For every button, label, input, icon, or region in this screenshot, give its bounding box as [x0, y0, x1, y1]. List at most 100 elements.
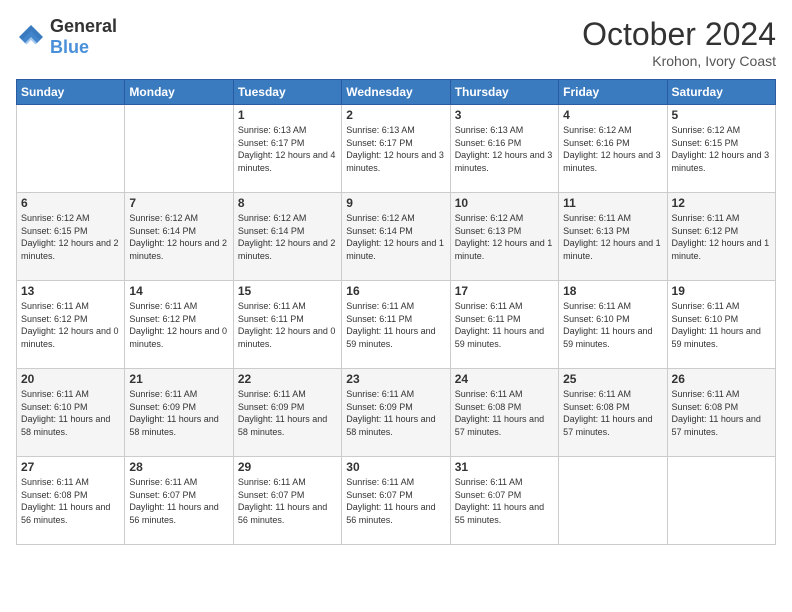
- logo-general: General: [50, 16, 117, 36]
- cell-w2-d7: 12Sunrise: 6:11 AM Sunset: 6:12 PM Dayli…: [667, 193, 775, 281]
- header-thursday: Thursday: [450, 80, 558, 105]
- cell-w5-d4: 30 Sunrise: 6:11 AM Sunset: 6:07 PM Dayli…: [342, 457, 450, 545]
- day-number-27: 27: [21, 460, 120, 474]
- day-number-3: 3: [455, 108, 554, 122]
- header-friday: Friday: [559, 80, 667, 105]
- day-info-17: Sunrise: 6:11 AM Sunset: 6:11 PM Dayligh…: [455, 300, 554, 350]
- cell-w4-d7: 26Sunrise: 6:11 AM Sunset: 6:08 PM Dayli…: [667, 369, 775, 457]
- header-wednesday: Wednesday: [342, 80, 450, 105]
- cell-w2-d1: 6 Sunrise: 6:12 AM Sunset: 6:15 PM Daylig…: [17, 193, 125, 281]
- logo-text: General Blue: [50, 16, 117, 58]
- day-number-25: 25: [563, 372, 662, 386]
- day-info-11: Sunrise: 6:11 AM Sunset: 6:13 PM Dayligh…: [563, 212, 662, 262]
- day-info-15: Sunrise: 6:11 AM Sunset: 6:11 PM Dayligh…: [238, 300, 337, 350]
- day-number-6: 6: [21, 196, 120, 210]
- header-tuesday: Tuesday: [233, 80, 341, 105]
- header: General Blue October 2024 Krohon, Ivory …: [16, 16, 776, 69]
- day-number-21: 21: [129, 372, 228, 386]
- cell-w5-d7: [667, 457, 775, 545]
- cell-w1-d7: 5Sunrise: 6:12 AM Sunset: 6:15 PM Daylig…: [667, 105, 775, 193]
- day-number-8: 8: [238, 196, 337, 210]
- month-title: October 2024: [582, 16, 776, 53]
- day-info-7: Sunrise: 6:12 AM Sunset: 6:14 PM Dayligh…: [129, 212, 228, 262]
- logo: General Blue: [16, 16, 117, 58]
- cell-w3-d6: 18 Sunrise: 6:11 AM Sunset: 6:10 PM Dayli…: [559, 281, 667, 369]
- day-number-26: 26: [672, 372, 771, 386]
- day-number-11: 11: [563, 196, 662, 210]
- day-number-4: 4: [563, 108, 662, 122]
- cell-w4-d3: 22Sunrise: 6:11 AM Sunset: 6:09 PM Dayli…: [233, 369, 341, 457]
- day-info-4: Sunrise: 6:12 AM Sunset: 6:16 PM Dayligh…: [563, 124, 662, 174]
- cell-w3-d7: 19Sunrise: 6:11 AM Sunset: 6:10 PM Dayli…: [667, 281, 775, 369]
- week-row-3: 13 Sunrise: 6:11 AM Sunset: 6:12 PM Dayli…: [17, 281, 776, 369]
- day-number-1: 1: [238, 108, 337, 122]
- day-number-17: 17: [455, 284, 554, 298]
- cell-w2-d3: 8 Sunrise: 6:12 AM Sunset: 6:14 PM Daylig…: [233, 193, 341, 281]
- day-info-13: Sunrise: 6:11 AM Sunset: 6:12 PM Dayligh…: [21, 300, 120, 350]
- day-info-30: Sunrise: 6:11 AM Sunset: 6:07 PM Dayligh…: [346, 476, 445, 526]
- day-info-6: Sunrise: 6:12 AM Sunset: 6:15 PM Dayligh…: [21, 212, 120, 262]
- header-monday: Monday: [125, 80, 233, 105]
- day-number-24: 24: [455, 372, 554, 386]
- day-info-25: Sunrise: 6:11 AM Sunset: 6:08 PM Dayligh…: [563, 388, 662, 438]
- day-number-2: 2: [346, 108, 445, 122]
- cell-w4-d5: 24 Sunrise: 6:11 AM Sunset: 6:08 PM Dayli…: [450, 369, 558, 457]
- day-info-20: Sunrise: 6:11 AM Sunset: 6:10 PM Dayligh…: [21, 388, 120, 438]
- day-number-18: 18: [563, 284, 662, 298]
- week-row-4: 20 Sunrise: 6:11 AM Sunset: 6:10 PM Dayli…: [17, 369, 776, 457]
- page: General Blue October 2024 Krohon, Ivory …: [0, 0, 792, 612]
- cell-w4-d1: 20 Sunrise: 6:11 AM Sunset: 6:10 PM Dayli…: [17, 369, 125, 457]
- day-info-24: Sunrise: 6:11 AM Sunset: 6:08 PM Dayligh…: [455, 388, 554, 438]
- day-number-15: 15: [238, 284, 337, 298]
- day-number-28: 28: [129, 460, 228, 474]
- day-number-10: 10: [455, 196, 554, 210]
- cell-w1-d1: [17, 105, 125, 193]
- cell-w1-d6: 4 Sunrise: 6:12 AM Sunset: 6:16 PM Daylig…: [559, 105, 667, 193]
- cell-w1-d4: 2 Sunrise: 6:13 AM Sunset: 6:17 PM Daylig…: [342, 105, 450, 193]
- title-block: October 2024 Krohon, Ivory Coast: [582, 16, 776, 69]
- day-info-9: Sunrise: 6:12 AM Sunset: 6:14 PM Dayligh…: [346, 212, 445, 262]
- cell-w1-d2: [125, 105, 233, 193]
- day-info-2: Sunrise: 6:13 AM Sunset: 6:17 PM Dayligh…: [346, 124, 445, 174]
- cell-w1-d3: 1Sunrise: 6:13 AM Sunset: 6:17 PM Daylig…: [233, 105, 341, 193]
- cell-w4-d2: 21Sunrise: 6:11 AM Sunset: 6:09 PM Dayli…: [125, 369, 233, 457]
- cell-w5-d6: [559, 457, 667, 545]
- cell-w3-d1: 13 Sunrise: 6:11 AM Sunset: 6:12 PM Dayli…: [17, 281, 125, 369]
- cell-w2-d5: 10 Sunrise: 6:12 AM Sunset: 6:13 PM Dayli…: [450, 193, 558, 281]
- day-info-27: Sunrise: 6:11 AM Sunset: 6:08 PM Dayligh…: [21, 476, 120, 526]
- cell-w5-d2: 28 Sunrise: 6:11 AM Sunset: 6:07 PM Dayli…: [125, 457, 233, 545]
- day-info-31: Sunrise: 6:11 AM Sunset: 6:07 PM Dayligh…: [455, 476, 554, 526]
- day-number-9: 9: [346, 196, 445, 210]
- cell-w3-d2: 14Sunrise: 6:11 AM Sunset: 6:12 PM Dayli…: [125, 281, 233, 369]
- cell-w2-d2: 7 Sunrise: 6:12 AM Sunset: 6:14 PM Daylig…: [125, 193, 233, 281]
- logo-blue: Blue: [50, 37, 89, 57]
- day-number-7: 7: [129, 196, 228, 210]
- day-info-3: Sunrise: 6:13 AM Sunset: 6:16 PM Dayligh…: [455, 124, 554, 174]
- day-number-19: 19: [672, 284, 771, 298]
- day-number-23: 23: [346, 372, 445, 386]
- day-number-29: 29: [238, 460, 337, 474]
- day-number-30: 30: [346, 460, 445, 474]
- cell-w5-d3: 29 Sunrise: 6:11 AM Sunset: 6:07 PM Dayli…: [233, 457, 341, 545]
- cell-w5-d5: 31Sunrise: 6:11 AM Sunset: 6:07 PM Dayli…: [450, 457, 558, 545]
- day-info-29: Sunrise: 6:11 AM Sunset: 6:07 PM Dayligh…: [238, 476, 337, 526]
- day-number-22: 22: [238, 372, 337, 386]
- day-number-20: 20: [21, 372, 120, 386]
- day-number-13: 13: [21, 284, 120, 298]
- day-info-18: Sunrise: 6:11 AM Sunset: 6:10 PM Dayligh…: [563, 300, 662, 350]
- cell-w4-d4: 23Sunrise: 6:11 AM Sunset: 6:09 PM Dayli…: [342, 369, 450, 457]
- cell-w4-d6: 25 Sunrise: 6:11 AM Sunset: 6:08 PM Dayli…: [559, 369, 667, 457]
- cell-w3-d3: 15 Sunrise: 6:11 AM Sunset: 6:11 PM Dayli…: [233, 281, 341, 369]
- calendar-table: Sunday Monday Tuesday Wednesday Thursday…: [16, 79, 776, 545]
- header-saturday: Saturday: [667, 80, 775, 105]
- week-row-5: 27 Sunrise: 6:11 AM Sunset: 6:08 PM Dayli…: [17, 457, 776, 545]
- location: Krohon, Ivory Coast: [582, 53, 776, 69]
- day-number-12: 12: [672, 196, 771, 210]
- cell-w2-d6: 11 Sunrise: 6:11 AM Sunset: 6:13 PM Dayli…: [559, 193, 667, 281]
- day-number-14: 14: [129, 284, 228, 298]
- day-info-10: Sunrise: 6:12 AM Sunset: 6:13 PM Dayligh…: [455, 212, 554, 262]
- day-info-28: Sunrise: 6:11 AM Sunset: 6:07 PM Dayligh…: [129, 476, 228, 526]
- day-info-8: Sunrise: 6:12 AM Sunset: 6:14 PM Dayligh…: [238, 212, 337, 262]
- header-sunday: Sunday: [17, 80, 125, 105]
- weekday-header-row: Sunday Monday Tuesday Wednesday Thursday…: [17, 80, 776, 105]
